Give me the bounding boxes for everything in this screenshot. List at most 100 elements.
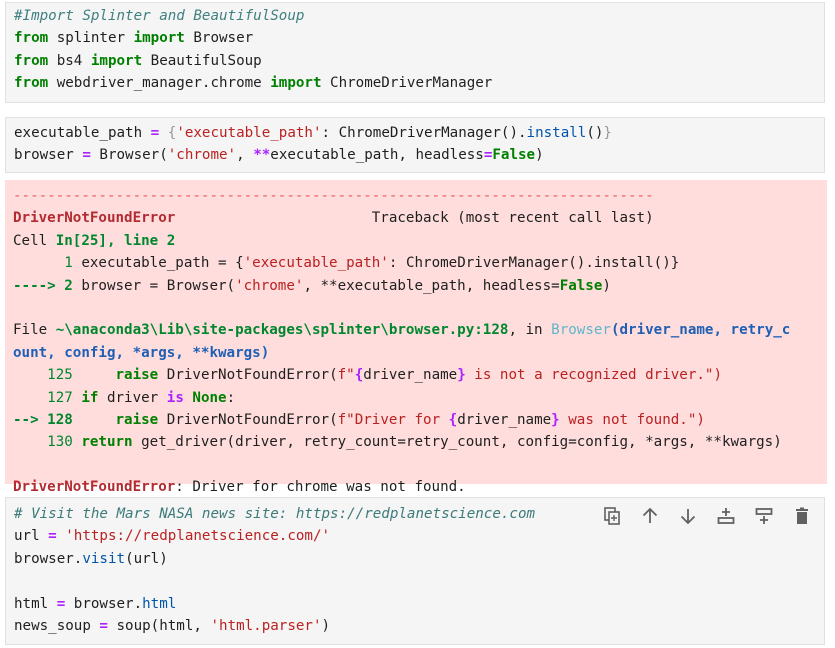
code-line: executable_path = {'executable_path': Ch… — [14, 122, 612, 144]
code-token: : ChromeDriverManager().install()} — [388, 255, 680, 272]
code-token: 127 — [47, 389, 73, 406]
code-token: , in — [508, 322, 552, 339]
traceback-text: ----------------------------------------… — [13, 185, 790, 498]
code-token: ) — [321, 617, 331, 634]
code-token: url — [14, 528, 49, 545]
code-token: news_soup — [14, 617, 100, 634]
code-token: 'chrome' — [167, 147, 237, 164]
code-token: # Visit the Mars NASA news site: https:/… — [14, 506, 536, 522]
move-up-button[interactable] — [638, 504, 662, 528]
code-token: browser — [14, 147, 83, 164]
code-token: = — [150, 125, 160, 141]
code-cell-browser-init[interactable]: executable_path = {'executable_path': Ch… — [5, 117, 825, 173]
code-token: { — [354, 367, 364, 384]
cell-editor[interactable]: executable_path = {'executable_path': Ch… — [14, 122, 612, 167]
code-token: ount, config, *args, **kwargs) — [13, 344, 270, 361]
code-line: 1 executable_path = {'executable_path': … — [13, 252, 790, 274]
code-line: 130 return get_driver(driver, retry_coun… — [13, 431, 790, 453]
code-token: executable_path = { — [72, 255, 244, 272]
cell-editor[interactable]: #Import Splinter and BeautifulSoup from s… — [14, 5, 492, 95]
code-token: ----> 2 — [13, 277, 73, 294]
code-token: raise — [115, 367, 159, 384]
code-token: ~\anaconda3\Lib\site-packages\splinter\b… — [55, 322, 509, 339]
code-line: File ~\anaconda3\Lib\site-packages\splin… — [13, 319, 790, 341]
code-token: 'https://redplanetscience.com/' — [65, 528, 331, 545]
code-line: from bs4 import BeautifulSoup — [14, 50, 492, 72]
code-token: Browser( — [90, 147, 168, 164]
code-line: ----------------------------------------… — [13, 185, 790, 207]
code-token: html — [14, 595, 57, 612]
code-token: from — [14, 52, 49, 69]
code-token: Traceback (most recent call last) — [175, 210, 654, 227]
code-token: None — [192, 389, 227, 406]
code-token: Browser — [551, 322, 611, 339]
code-line: browser = Browser('chrome', **executable… — [14, 144, 612, 166]
code-token: BeautifulSoup — [142, 52, 262, 69]
code-token: DriverNotFoundError — [13, 210, 176, 227]
code-token: ) — [535, 147, 544, 164]
code-token: raise — [115, 411, 159, 428]
code-token: if — [81, 389, 99, 406]
code-token: splinter — [48, 30, 134, 47]
duplicate-cell-button[interactable] — [600, 504, 624, 528]
code-token: = — [56, 595, 66, 612]
cell-editor[interactable]: # Visit the Mars NASA news site: https:/… — [14, 503, 535, 637]
code-token: is — [166, 389, 184, 406]
code-token: soup(html, — [107, 617, 211, 634]
code-line: from webdriver_manager.chrome import Chr… — [14, 72, 492, 94]
code-line: # Visit the Mars NASA news site: https:/… — [14, 503, 535, 525]
code-token: DriverNotFoundError — [13, 479, 176, 496]
code-token: import — [90, 52, 143, 69]
code-token: ) — [602, 277, 611, 294]
code-token: ----------------------------------------… — [13, 188, 654, 204]
code-token: : — [226, 389, 236, 406]
code-token: File — [13, 322, 56, 339]
code-token: driver — [98, 389, 167, 406]
code-line: ----> 2 browser = Browser('chrome', **ex… — [13, 275, 790, 297]
code-token: html — [142, 595, 177, 612]
code-token: was not found.") — [559, 411, 705, 428]
code-token: import — [133, 30, 185, 47]
arrow-up-icon — [642, 507, 658, 523]
code-token: , — [236, 147, 254, 164]
delete-cell-button[interactable] — [790, 504, 814, 528]
code-token: DriverNotFoundError( — [158, 411, 338, 428]
code-token: 1 — [64, 255, 73, 272]
code-token: 125 — [47, 367, 73, 384]
code-token: from — [14, 75, 49, 92]
code-token: install — [526, 125, 587, 141]
code-token: = — [82, 147, 91, 164]
code-token: 'executable_path' — [176, 125, 322, 141]
code-token: DriverNotFoundError( — [158, 367, 338, 384]
insert-above-icon — [717, 508, 735, 524]
code-token: { — [448, 411, 458, 428]
code-line: ount, config, *args, **kwargs) — [13, 342, 790, 364]
code-token: (url) — [125, 550, 168, 567]
code-token: False — [492, 147, 536, 164]
code-line: html = browser.html — [14, 593, 535, 615]
code-token: f" — [337, 367, 355, 384]
code-cell-visit-site[interactable]: # Visit the Mars NASA news site: https:/… — [5, 497, 825, 645]
code-token: is not a recognized driver.") — [465, 367, 723, 384]
code-token: bs4 — [48, 52, 91, 69]
code-token: } — [457, 367, 466, 384]
insert-below-button[interactable] — [752, 504, 776, 528]
insert-below-icon — [755, 508, 773, 524]
code-token: driver_name — [363, 367, 458, 384]
code-token: driver_name — [457, 411, 552, 428]
move-down-button[interactable] — [676, 504, 700, 528]
code-token: Cell — [13, 232, 56, 249]
code-line: 125 raise DriverNotFoundError(f"{driver_… — [13, 364, 790, 386]
code-token: f"Driver for — [337, 411, 449, 428]
code-token: from — [14, 30, 49, 47]
code-token: browser. — [65, 595, 143, 612]
code-cell-imports[interactable]: #Import Splinter and BeautifulSoup from s… — [5, 2, 825, 103]
duplicate-icon — [604, 507, 620, 525]
insert-above-button[interactable] — [714, 504, 738, 528]
error-output: ----------------------------------------… — [5, 180, 827, 495]
code-token: , **executable_path, headless= — [303, 277, 560, 294]
code-token: visit — [82, 550, 126, 567]
code-line: news_soup = soup(html, 'html.parser') — [14, 615, 535, 637]
